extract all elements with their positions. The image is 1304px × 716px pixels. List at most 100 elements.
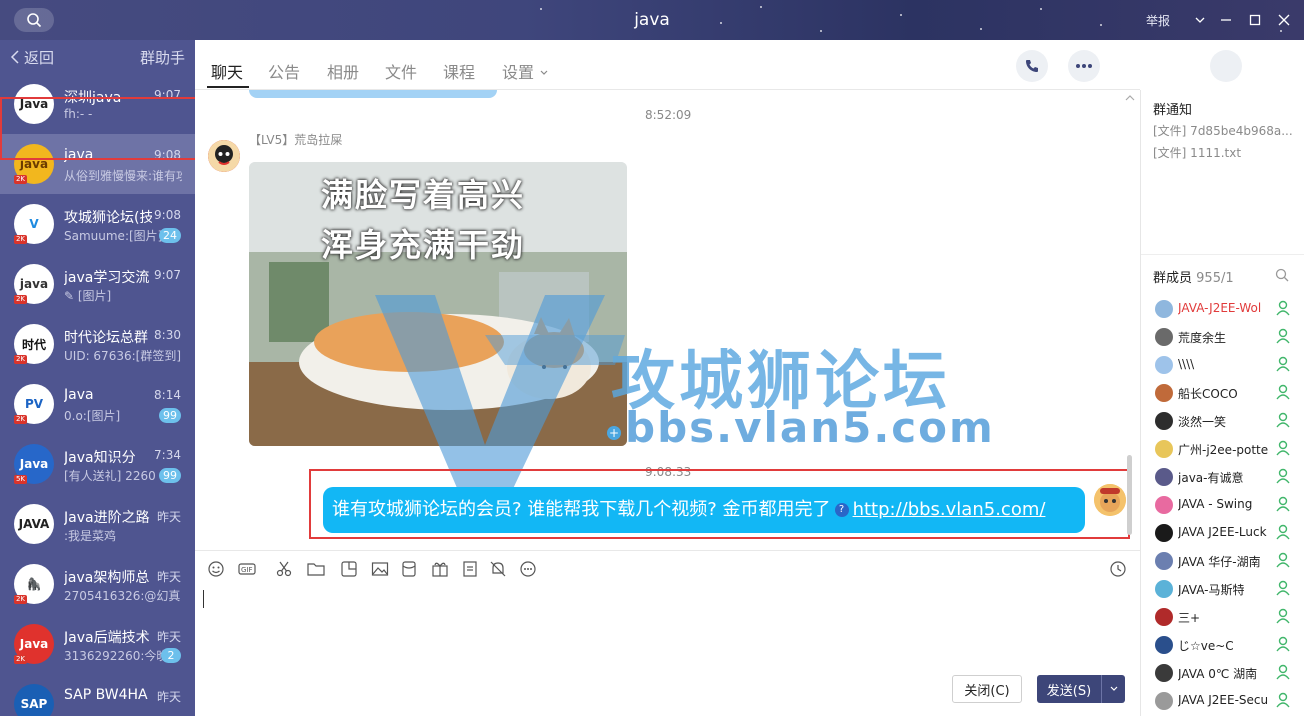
search-icon[interactable] (1275, 268, 1289, 282)
image-button[interactable] (370, 559, 390, 579)
report-link[interactable]: 举报 (1146, 12, 1170, 29)
members-title: 群成员 (1153, 271, 1193, 286)
sticker-button[interactable] (339, 559, 359, 579)
history-button[interactable] (1108, 559, 1128, 579)
more-options-button[interactable] (1068, 50, 1100, 82)
history-icon (1110, 561, 1126, 577)
message-input[interactable]: 关闭(C) 发送(S) (195, 586, 1140, 716)
member-item[interactable]: JAVA-马斯特 (1141, 574, 1304, 602)
send-button[interactable]: 发送(S) (1037, 675, 1125, 703)
meme-image[interactable]: 满脸写着高兴 浑身充满干劲 + (249, 162, 627, 446)
sender-avatar[interactable] (208, 140, 240, 172)
conversation-item[interactable]: java 2K java 9:08 从俗到雅慢慢来:谁有攻 (0, 134, 195, 194)
conversation-name: 攻城狮论坛(技 (64, 210, 152, 226)
member-item[interactable]: JAVA J2EE-Luck (1141, 518, 1304, 546)
member-item[interactable]: 广州-j2ee-potte (1141, 434, 1304, 462)
conversation-name: 深圳java (64, 90, 122, 106)
member-status-icon (1275, 524, 1291, 540)
member-status-icon (1275, 496, 1291, 512)
tab-announcement[interactable]: 公告 (268, 59, 300, 83)
send-options-button[interactable] (1101, 675, 1125, 703)
group-notice-title: 群通知 (1153, 103, 1193, 118)
tab-album[interactable]: 相册 (327, 59, 359, 83)
member-item[interactable]: JAVA-J2EE-Wol (1141, 294, 1304, 322)
bell-off-icon (490, 561, 506, 577)
more-button[interactable] (518, 559, 538, 579)
group-helper-link[interactable]: 群助手 (140, 47, 185, 68)
title-bar: java 举报 (0, 0, 1304, 40)
collapse-icon[interactable] (1125, 92, 1135, 102)
group-avatar: SAP (14, 684, 54, 716)
conversation-item[interactable]: V 2K 攻城狮论坛(技 9:08 Samuume:[图片] 24 (0, 194, 195, 254)
watermark-text-en: bbs.vlan5.com (625, 403, 995, 452)
emoji-button[interactable] (206, 559, 226, 579)
member-item[interactable]: \\\\ (1141, 350, 1304, 378)
member-item[interactable]: 船长COCO (1141, 378, 1304, 406)
conversation-item[interactable]: SAP SAP BW4HA 昨天 (0, 674, 195, 716)
notice-item[interactable]: [文件] 1111.txt (1153, 144, 1303, 161)
member-item[interactable]: java-有诚意 (1141, 462, 1304, 490)
conversation-time: 昨天 (156, 630, 181, 644)
scissors-button[interactable] (274, 559, 294, 579)
back-button[interactable]: 返回 (10, 47, 54, 68)
conversation-time: 8:14 (154, 388, 181, 402)
tab-courses[interactable]: 课程 (443, 59, 475, 83)
maximize-button[interactable] (1245, 10, 1265, 30)
my-avatar[interactable] (1094, 484, 1126, 516)
notice-item[interactable]: [文件] 7d85be4b968a... (1153, 122, 1303, 139)
gif-button[interactable]: GIF (237, 559, 257, 579)
member-status-icon (1275, 552, 1291, 568)
tab-chat[interactable]: 聊天 (211, 59, 243, 83)
member-item[interactable]: 淡然一笑 (1141, 406, 1304, 434)
call-button[interactable] (1210, 50, 1242, 82)
conversation-item[interactable]: Java 5K Java知识分 7:34 [有人送礼] 2260 99 (0, 434, 195, 494)
conversation-item[interactable]: JAVA Java进阶之路 昨天:我是菜鸡 (0, 494, 195, 554)
member-status-icon (1275, 412, 1291, 428)
member-status-icon (1275, 608, 1291, 624)
conversation-item[interactable]: java 2K java学习交流 9:07 ✎ [图片] (0, 254, 195, 314)
minimize-button[interactable] (1216, 10, 1236, 30)
conversation-item[interactable]: 🦍 2K java架构师总 昨天 2705416326:@幻真 (0, 554, 195, 614)
red-packet-button[interactable] (399, 559, 419, 579)
message-scrollbar[interactable] (1127, 455, 1132, 535)
level-badge: 2K (14, 295, 27, 304)
member-status-icon (1275, 580, 1291, 596)
conversation-item[interactable]: Java 深圳java 9:07 fh:- - (0, 74, 195, 134)
doc-button[interactable] (460, 559, 480, 579)
member-item[interactable]: JAVA - Swing (1141, 490, 1304, 518)
close-button[interactable]: 关闭(C) (952, 675, 1022, 703)
conversation-name: java (64, 147, 94, 163)
member-item[interactable]: 三+ (1141, 602, 1304, 630)
back-label: 返回 (24, 48, 55, 67)
phone-button[interactable] (1016, 50, 1048, 82)
member-status-icon (1275, 300, 1291, 316)
chevron-down-icon (1110, 686, 1117, 691)
conversation-preview: 从俗到雅慢慢来:谁有攻 (64, 169, 182, 183)
conversation-time: 昨天 (156, 510, 181, 524)
bell-off-button[interactable] (488, 559, 508, 579)
conversation-item[interactable]: PV 2K Java 8:14 0.o:[图片] 99 (0, 374, 195, 434)
conversation-item[interactable]: 时代 2K 时代论坛总群 8:30 UID: 67636:[群签到] (0, 314, 195, 374)
member-item[interactable]: JAVA 华仔-湖南 (1141, 546, 1304, 574)
plus-icon[interactable]: + (607, 426, 621, 440)
tab-files[interactable]: 文件 (385, 59, 417, 83)
gift-button[interactable] (430, 559, 450, 579)
menu-button[interactable] (1190, 10, 1210, 30)
help-icon: ? (834, 503, 849, 517)
member-item[interactable]: 荒度余生 (1141, 322, 1304, 350)
member-item[interactable]: JAVA 0℃ 湖南 (1141, 658, 1304, 686)
member-item[interactable]: じ☆ve~C (1141, 630, 1304, 658)
folder-button[interactable] (306, 559, 326, 579)
members-count: 955/1 (1196, 271, 1234, 286)
close-window-button[interactable] (1274, 10, 1294, 30)
my-message-bubble[interactable]: 谁有攻城狮论坛的会员? 谁能帮我下载几个视频? 金币都用完了? http://bb… (323, 487, 1085, 533)
level-badge: 2K (14, 595, 27, 604)
conversation-item[interactable]: Java 2K Java后端技术 昨天 3136292260:今晚 2 (0, 614, 195, 674)
watermark-text-cn: 攻城狮论坛 (611, 345, 951, 419)
member-name: 船长COCO (1178, 387, 1238, 401)
tab-settings[interactable]: 设置 (502, 59, 549, 83)
message-link[interactable]: http://bbs.vlan5.com/ (853, 499, 1046, 520)
member-item[interactable]: JAVA J2EE-Secu (1141, 686, 1304, 714)
unread-count-badge: 99 (159, 408, 181, 423)
window-title: java (634, 10, 670, 30)
